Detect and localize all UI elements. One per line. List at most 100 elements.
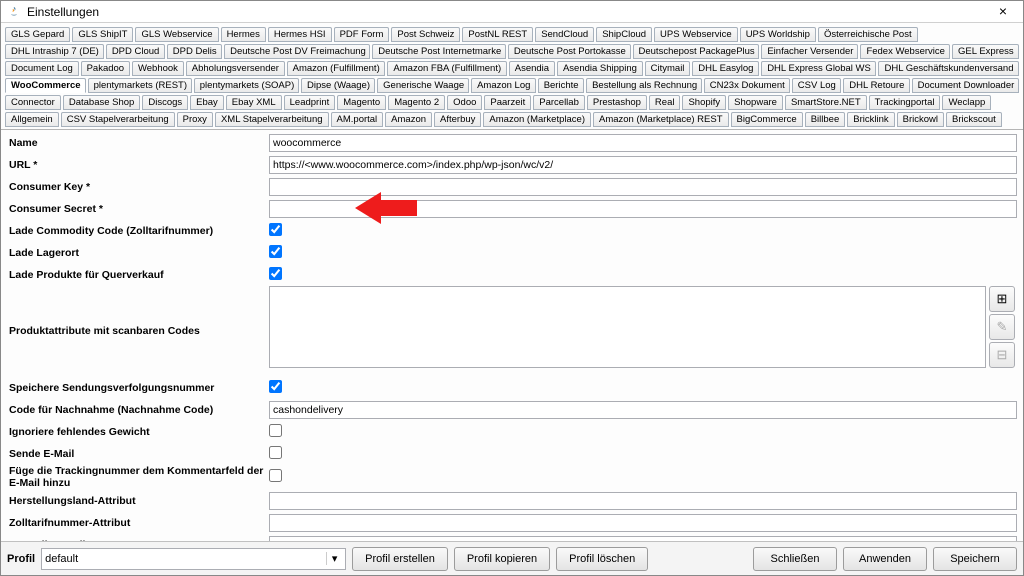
tab-amazon-marketplace-[interactable]: Amazon (Marketplace)	[483, 112, 591, 127]
tab-woocommerce[interactable]: WooCommerce	[5, 78, 86, 93]
tab-amazon-fba-fulfillment-[interactable]: Amazon FBA (Fulfillment)	[387, 61, 506, 76]
herstellungsland-input[interactable]	[269, 492, 1017, 510]
tab-abholungsversender[interactable]: Abholungsversender	[186, 61, 285, 76]
tab-allgemein[interactable]: Allgemein	[5, 112, 59, 127]
tab-einfacher-versender[interactable]: Einfacher Versender	[761, 44, 858, 59]
tab-csv-stapelverarbeitung[interactable]: CSV Stapelverarbeitung	[61, 112, 175, 127]
profil-select[interactable]: default ▾	[41, 548, 346, 570]
consumer-key-input[interactable]	[269, 178, 1017, 196]
name-input[interactable]	[269, 134, 1017, 152]
fuge-tracking-checkbox[interactable]	[269, 469, 282, 482]
tab-asendia-shipping[interactable]: Asendia Shipping	[557, 61, 643, 76]
tab-brickscout[interactable]: Brickscout	[946, 112, 1002, 127]
tab-citymail[interactable]: Citymail	[645, 61, 691, 76]
tab-ebay[interactable]: Ebay	[190, 95, 224, 110]
tab-generische-waage[interactable]: Generische Waage	[377, 78, 469, 93]
tab-connector[interactable]: Connector	[5, 95, 61, 110]
tab-weclapp[interactable]: Weclapp	[942, 95, 991, 110]
tab-amazon-fulfillment-[interactable]: Amazon (Fulfillment)	[287, 61, 386, 76]
hersteller-input[interactable]	[269, 536, 1017, 542]
url-input[interactable]	[269, 156, 1017, 174]
sende-email-checkbox[interactable]	[269, 446, 282, 459]
tab-amazon-log[interactable]: Amazon Log	[471, 78, 536, 93]
tab-hermes-hsi[interactable]: Hermes HSI	[268, 27, 332, 42]
tab-gel-express[interactable]: GEL Express	[952, 44, 1019, 59]
tab-webhook[interactable]: Webhook	[132, 61, 184, 76]
tab-magento-2[interactable]: Magento 2	[388, 95, 445, 110]
tab-parcellab[interactable]: Parcellab	[533, 95, 585, 110]
tab-dhl-easylog[interactable]: DHL Easylog	[692, 61, 759, 76]
tab-sendcloud[interactable]: SendCloud	[535, 27, 594, 42]
tab-gls-shipit[interactable]: GLS ShipIT	[72, 27, 133, 42]
tab-shopify[interactable]: Shopify	[682, 95, 726, 110]
tab-trackingportal[interactable]: Trackingportal	[869, 95, 941, 110]
tab-leadprint[interactable]: Leadprint	[284, 95, 336, 110]
tab-magento[interactable]: Magento	[337, 95, 386, 110]
tab-afterbuy[interactable]: Afterbuy	[434, 112, 481, 127]
ignoriere-gewicht-checkbox[interactable]	[269, 424, 282, 437]
tab--sterreichische-post[interactable]: Österreichische Post	[818, 27, 918, 42]
tab-dhl-intraship-7-de-[interactable]: DHL Intraship 7 (DE)	[5, 44, 104, 59]
edit-attribute-button[interactable]: ✎	[989, 314, 1015, 340]
tab-berichte[interactable]: Berichte	[538, 78, 584, 93]
tab-brickowl[interactable]: Brickowl	[897, 112, 944, 127]
speichere-tracking-checkbox[interactable]	[269, 380, 282, 393]
tab-amazon[interactable]: Amazon	[385, 112, 432, 127]
tab-smartstore-net[interactable]: SmartStore.NET	[785, 95, 867, 110]
tab-postnl-rest[interactable]: PostNL REST	[462, 27, 533, 42]
zolltarif-input[interactable]	[269, 514, 1017, 532]
tab-dhl-gesch-ftskundenversand[interactable]: DHL Geschäftskundenversand	[878, 61, 1019, 76]
tab-bigcommerce[interactable]: BigCommerce	[731, 112, 803, 127]
tab-gls-webservice[interactable]: GLS Webservice	[135, 27, 218, 42]
tab-real[interactable]: Real	[649, 95, 681, 110]
tab-fedex-webservice[interactable]: Fedex Webservice	[860, 44, 950, 59]
produktattribute-listbox[interactable]	[269, 286, 986, 368]
tab-document-downloader[interactable]: Document Downloader	[912, 78, 1019, 93]
tab-deutsche-post-dv-freimachung[interactable]: Deutsche Post DV Freimachung	[224, 44, 370, 59]
tab-bestellung-als-rechnung[interactable]: Bestellung als Rechnung	[586, 78, 702, 93]
tab-dhl-express-global-ws[interactable]: DHL Express Global WS	[761, 61, 876, 76]
tab-amazon-marketplace-rest[interactable]: Amazon (Marketplace) REST	[593, 112, 729, 127]
tab-ups-webservice[interactable]: UPS Webservice	[654, 27, 738, 42]
tab-prestashop[interactable]: Prestashop	[587, 95, 647, 110]
tab-dpd-cloud[interactable]: DPD Cloud	[106, 44, 165, 59]
tab-xml-stapelverarbeitung[interactable]: XML Stapelverarbeitung	[215, 112, 329, 127]
tab-asendia[interactable]: Asendia	[509, 61, 555, 76]
tab-plentymarkets-rest-[interactable]: plentymarkets (REST)	[88, 78, 192, 93]
profil-loeschen-button[interactable]: Profil löschen	[556, 547, 648, 571]
tab-database-shop[interactable]: Database Shop	[63, 95, 141, 110]
tab-post-schweiz[interactable]: Post Schweiz	[391, 27, 460, 42]
schliessen-button[interactable]: Schließen	[753, 547, 837, 571]
tab-deutsche-post-internetmarke[interactable]: Deutsche Post Internetmarke	[372, 44, 506, 59]
tab-am-portal[interactable]: AM.portal	[331, 112, 384, 127]
tab-plentymarkets-soap-[interactable]: plentymarkets (SOAP)	[194, 78, 299, 93]
tab-proxy[interactable]: Proxy	[177, 112, 213, 127]
tab-shopware[interactable]: Shopware	[728, 95, 783, 110]
tab-deutsche-post-portokasse[interactable]: Deutsche Post Portokasse	[508, 44, 631, 59]
nachnahme-code-input[interactable]	[269, 401, 1017, 419]
tab-pdf-form[interactable]: PDF Form	[334, 27, 390, 42]
tab-ups-worldship[interactable]: UPS Worldship	[740, 27, 816, 42]
tab-dipse-waage-[interactable]: Dipse (Waage)	[301, 78, 375, 93]
consumer-secret-input[interactable]	[269, 200, 1017, 218]
profil-kopieren-button[interactable]: Profil kopieren	[454, 547, 550, 571]
lade-lagerort-checkbox[interactable]	[269, 245, 282, 258]
tab-csv-log[interactable]: CSV Log	[792, 78, 842, 93]
tab-shipcloud[interactable]: ShipCloud	[596, 27, 652, 42]
remove-attribute-button[interactable]: ⊟	[989, 342, 1015, 368]
tab-deutschepost-packageplus[interactable]: Deutschepost PackagePlus	[633, 44, 760, 59]
tab-ebay-xml[interactable]: Ebay XML	[226, 95, 282, 110]
tab-paarzeit[interactable]: Paarzeit	[484, 95, 531, 110]
anwenden-button[interactable]: Anwenden	[843, 547, 927, 571]
profil-erstellen-button[interactable]: Profil erstellen	[352, 547, 448, 571]
tab-discogs[interactable]: Discogs	[142, 95, 188, 110]
tab-document-log[interactable]: Document Log	[5, 61, 79, 76]
tab-odoo[interactable]: Odoo	[447, 95, 482, 110]
close-button[interactable]: ×	[989, 3, 1017, 21]
lade-commodity-checkbox[interactable]	[269, 223, 282, 236]
tab-cn23x-dokument[interactable]: CN23x Dokument	[704, 78, 790, 93]
tab-pakadoo[interactable]: Pakadoo	[81, 61, 130, 76]
tab-dpd-delis[interactable]: DPD Delis	[167, 44, 222, 59]
tab-billbee[interactable]: Billbee	[805, 112, 846, 127]
tab-gls-gepard[interactable]: GLS Gepard	[5, 27, 70, 42]
